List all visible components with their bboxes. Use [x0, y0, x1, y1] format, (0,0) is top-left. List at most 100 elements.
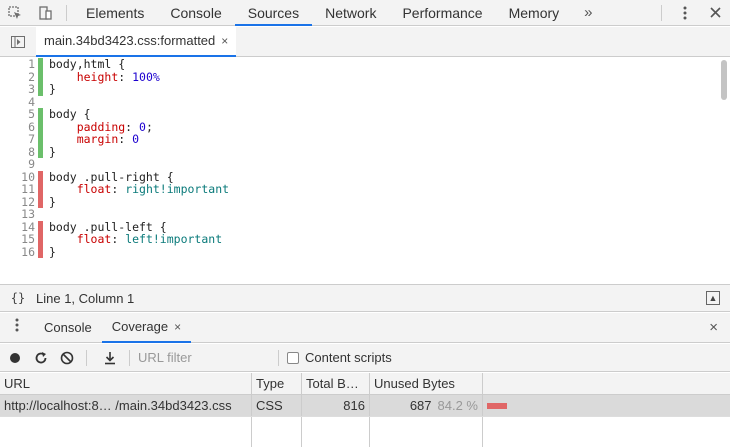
code-token: 0	[139, 119, 146, 134]
code-line: 2 height: 100%	[0, 69, 730, 84]
clear-icon[interactable]	[56, 344, 78, 372]
file-tab-main-css[interactable]: main.34bd3423.css:formatted ×	[36, 26, 237, 57]
cursor-position: Line 1, Column 1	[36, 290, 135, 306]
coverage-tab-close-icon[interactable]: ×	[174, 320, 181, 334]
code-token: right!important	[125, 182, 230, 196]
code-token: ;	[145, 119, 153, 134]
code-token: :	[111, 232, 126, 246]
drawer-tab-coverage-label: Coverage	[111, 319, 169, 334]
drawer-tab-coverage[interactable]: Coverage ×	[101, 313, 192, 343]
topbar-right-controls	[653, 0, 730, 26]
coverage-marker	[38, 70, 43, 83]
coverage-marker	[38, 108, 43, 121]
row-total-bytes: 816	[302, 395, 370, 416]
column-header-usage-bar	[483, 373, 730, 394]
code-text: height: 100%	[49, 69, 160, 84]
row-unused-percent: 84.2 %	[437, 398, 478, 413]
row-url: http://localhost:8… /main.34bd3423.css	[0, 395, 252, 416]
tab-sources[interactable]: Sources	[234, 0, 313, 26]
code-line: 8}	[0, 144, 730, 159]
content-scripts-checkbox[interactable]	[287, 351, 299, 364]
code-text: }	[49, 195, 56, 209]
code-line: 11 float: right!important	[0, 183, 730, 196]
toolbar-separator	[278, 349, 279, 366]
line-number[interactable]: 9	[0, 158, 38, 171]
row-usage-bar-cell	[483, 395, 730, 416]
show-drawer-icon[interactable]: ▲	[706, 291, 720, 305]
code-token: 0	[132, 132, 140, 146]
coverage-marker	[38, 58, 43, 71]
close-icon[interactable]	[700, 0, 730, 26]
coverage-marker	[38, 133, 43, 146]
code-line: 16}	[0, 245, 730, 259]
code-token: left!important	[125, 232, 223, 246]
code-text: }	[49, 144, 56, 159]
coverage-marker	[38, 170, 43, 183]
coverage-marker	[38, 208, 43, 221]
more-tabs-button[interactable]: »	[572, 4, 604, 21]
code-token: :	[118, 132, 133, 146]
code-token: }	[49, 82, 56, 96]
line-number[interactable]: 15	[0, 233, 38, 246]
tab-memory[interactable]: Memory	[496, 0, 573, 26]
line-number[interactable]: 7	[0, 133, 38, 146]
code-line: 4	[0, 95, 730, 109]
column-header-unused-bytes[interactable]: Unused Bytes	[370, 373, 483, 394]
code-text: }	[49, 83, 56, 96]
column-header-total-bytes[interactable]: Total B…	[302, 373, 370, 394]
line-number[interactable]: 16	[0, 245, 38, 259]
tab-performance[interactable]: Performance	[389, 0, 495, 26]
export-download-icon[interactable]	[99, 344, 121, 372]
coverage-marker	[38, 83, 43, 96]
line-number[interactable]: 11	[0, 183, 38, 196]
code-text: }	[49, 245, 56, 259]
drawer-menu-icon[interactable]	[0, 318, 34, 337]
column-header-url[interactable]: URL	[0, 373, 252, 394]
code-line: 15 float: left!important	[0, 233, 730, 246]
code-lines: 1 body,html {2 height: 100% 3} 4 5 body {6 pa…	[0, 58, 730, 258]
file-tab-close-icon[interactable]: ×	[221, 34, 228, 48]
drawer-close-icon[interactable]: ×	[709, 319, 718, 336]
row-unused-value: 687	[409, 398, 432, 413]
record-button[interactable]	[4, 344, 26, 372]
toolbar-separator	[661, 4, 662, 21]
line-number[interactable]: 1	[0, 58, 38, 71]
coverage-marker	[38, 158, 43, 171]
content-scripts-label: Content scripts	[305, 350, 392, 365]
file-tab-label: main.34bd3423.css:formatted	[44, 33, 216, 48]
tab-console[interactable]: Console	[157, 0, 234, 26]
device-toggle-icon[interactable]	[30, 0, 60, 26]
pretty-print-button[interactable]: {}	[0, 291, 36, 305]
coverage-marker	[38, 220, 43, 233]
code-token: margin	[76, 132, 119, 146]
line-number[interactable]: 5	[0, 108, 38, 121]
line-number[interactable]: 3	[0, 83, 38, 96]
url-filter-input[interactable]	[138, 347, 278, 368]
code-token: :	[118, 69, 133, 84]
tab-elements[interactable]: Elements	[73, 0, 157, 26]
empty-cell	[370, 417, 483, 447]
code-text: float: right!important	[49, 183, 229, 196]
navigator-toggle-icon[interactable]	[0, 27, 36, 57]
kebab-menu-icon[interactable]	[670, 0, 700, 26]
empty-cell	[302, 417, 370, 447]
tab-network[interactable]: Network	[312, 0, 389, 26]
code-text: margin: 0	[49, 133, 139, 146]
column-header-type[interactable]: Type	[252, 373, 302, 394]
empty-cell	[483, 417, 730, 447]
devtools-tab-bar: Elements Console Sources Network Perform…	[0, 0, 730, 26]
code-token: 100%	[132, 69, 160, 84]
code-token: float	[76, 232, 112, 246]
toolbar-separator	[129, 349, 130, 366]
toolbar-separator	[66, 4, 67, 21]
reload-icon[interactable]	[30, 344, 52, 372]
code-editor[interactable]: 1 body,html {2 height: 100% 3} 4 5 body {6 pa…	[0, 58, 730, 284]
code-token: }	[49, 144, 56, 159]
drawer-tab-console[interactable]: Console	[34, 313, 102, 343]
inspect-icon[interactable]	[0, 0, 30, 26]
editor-scrollbar-thumb[interactable]	[721, 60, 727, 100]
line-number[interactable]: 13	[0, 208, 38, 221]
toolbar-separator	[86, 349, 87, 366]
code-text: float: left!important	[49, 233, 222, 246]
table-row[interactable]: http://localhost:8… /main.34bd3423.css C…	[0, 395, 730, 417]
